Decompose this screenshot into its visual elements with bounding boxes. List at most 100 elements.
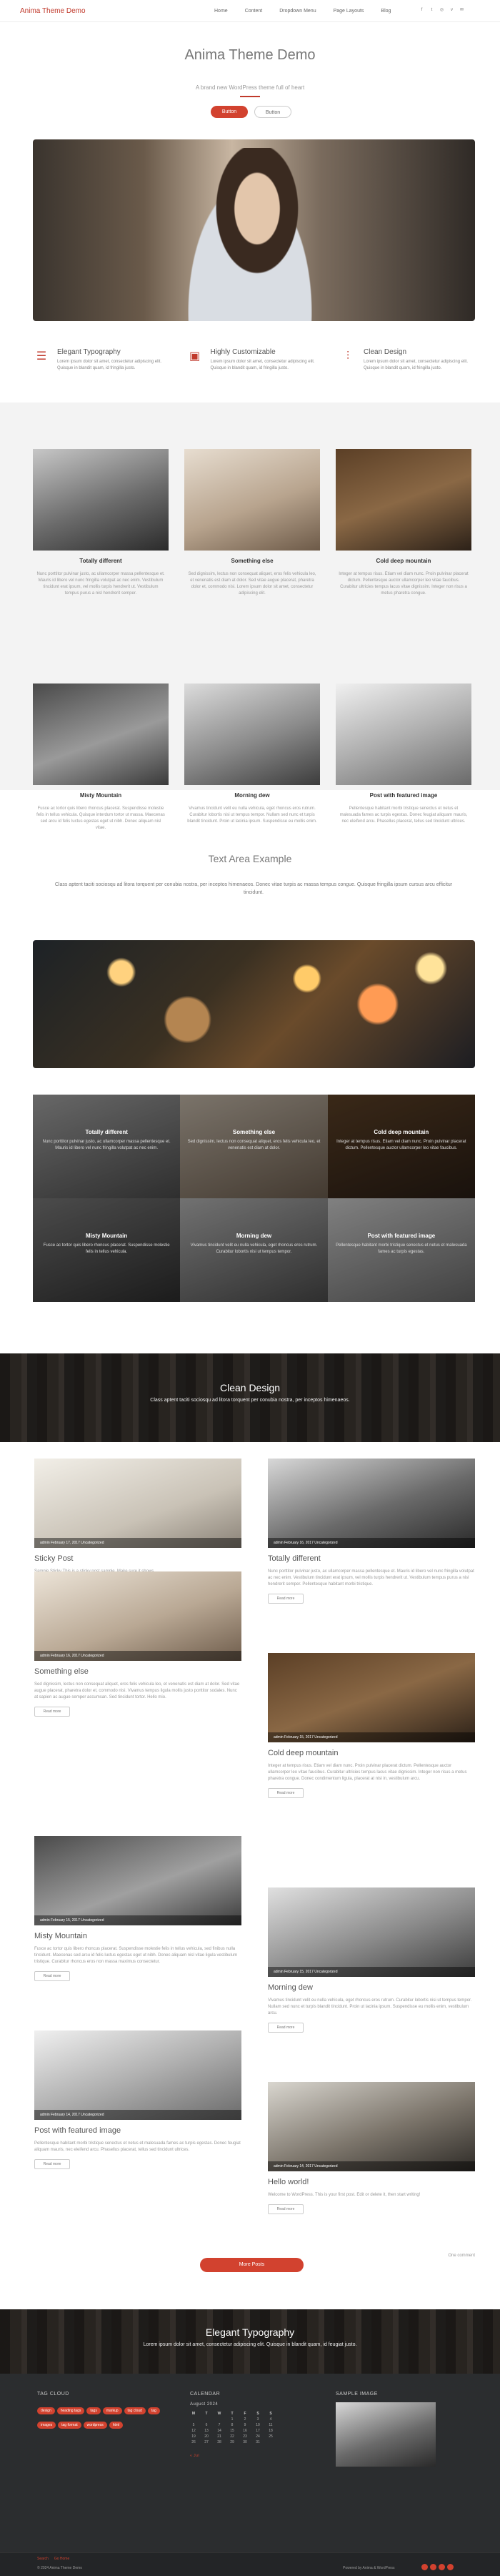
more-posts-button[interactable]: More Posts [200, 2258, 304, 2272]
read-more-button[interactable]: Read more [34, 1707, 70, 1717]
card-title[interactable]: Misty Mountain [33, 792, 169, 799]
twitter-icon[interactable] [430, 2564, 436, 2570]
read-more-button[interactable]: Read more [268, 2204, 304, 2214]
cal-head: W [217, 2412, 221, 2416]
featured-card[interactable]: Totally different Nunc porttitor pulvinar… [33, 449, 169, 663]
post-image[interactable]: admin February 14, 2017 Uncategorized [268, 2082, 475, 2171]
post-title[interactable]: Post with featured image [34, 2126, 241, 2135]
post-title[interactable]: Sticky Post [34, 1554, 241, 1563]
menu-item-blog[interactable]: Blog [381, 9, 391, 14]
post-title[interactable]: Misty Mountain [34, 1932, 241, 1940]
featured-card[interactable]: Cold deep mountain Integer at tempus risu… [336, 449, 471, 663]
tag-link[interactable]: heading tags [56, 2407, 85, 2414]
tag-link[interactable]: html [109, 2422, 124, 2429]
featured-card[interactable]: Morning dew Vivamus tincidunt velit eu nu… [184, 684, 320, 898]
overlay-tile[interactable]: Misty Mountain Fusce ac tortor quis liber… [33, 1198, 181, 1302]
instagram-icon[interactable]: ◎ [439, 7, 445, 14]
tile-title[interactable]: Morning dew [180, 1233, 327, 1239]
menu-item-dropdown[interactable]: Dropdown Menu [279, 9, 316, 14]
featured-card[interactable]: Something else Sed dignissim, lectus non … [184, 449, 320, 663]
post-image[interactable]: admin February 15, 2017 Uncategorized [34, 1836, 241, 1925]
card-title[interactable]: Morning dew [184, 792, 320, 799]
tag-link[interactable]: markup [102, 2407, 122, 2414]
post-image[interactable]: admin February 16, 2017 Uncategorized [34, 1571, 241, 1661]
vimeo-icon[interactable]: v [449, 7, 455, 14]
cal-head: S [269, 2412, 272, 2416]
overlay-tile[interactable]: Cold deep mountain Integer at tempus risu… [327, 1095, 475, 1198]
blog-posts: admin February 17, 2017 Uncategorized St… [34, 1459, 475, 2266]
post-image[interactable]: admin February 16, 2017 Uncategorized [268, 1459, 475, 1548]
card-text: Integer at tempus risus. Etiam vel diam … [339, 572, 469, 596]
post-image[interactable]: admin February 15, 2017 Uncategorized [268, 1887, 475, 1977]
tile-title[interactable]: Something else [180, 1129, 327, 1135]
post-title[interactable]: Totally different [268, 1554, 475, 1563]
featured-card[interactable]: Post with featured image Pellentesque hab… [336, 684, 471, 898]
read-more-button[interactable]: Read more [268, 1594, 304, 1604]
card-title[interactable]: Post with featured image [336, 792, 471, 799]
facebook-icon[interactable] [421, 2564, 428, 2570]
site-title[interactable]: Anima Theme Demo [20, 7, 86, 15]
post-excerpt: Vivamus tincidunt velit eu nulla vehicul… [268, 1998, 472, 2015]
overlay-tile[interactable]: Post with featured image Pellentesque hab… [327, 1198, 475, 1302]
tag-link[interactable]: design [37, 2407, 55, 2414]
tag-link[interactable]: tag format [58, 2422, 81, 2429]
post-excerpt: Pellentesque habitant morbi tristique se… [34, 2141, 241, 2152]
overlay-tile[interactable]: Morning dew Vivamus tincidunt velit eu nu… [180, 1198, 328, 1302]
tile-title[interactable]: Cold deep mountain [328, 1129, 475, 1135]
customize-icon: ▣ [189, 350, 201, 362]
read-more-button[interactable]: Read more [34, 1971, 70, 1981]
footer-link[interactable]: Go Home [54, 2557, 69, 2561]
post-title[interactable]: Hello world! [268, 2178, 475, 2186]
post-item: admin February 16, 2017 Uncategorized So… [34, 1571, 241, 1717]
twitter-icon[interactable]: t [429, 7, 435, 14]
powered-by: Powered by Anima & WordPress [343, 2566, 395, 2570]
tag-link[interactable]: images [37, 2422, 56, 2429]
featured-card[interactable]: Misty Mountain Fusce ac tortor quis liber… [33, 684, 169, 898]
cal-day: 9 [244, 2423, 246, 2427]
overlay-tile[interactable]: Something else Sed dignissim, lectus non … [180, 1095, 328, 1198]
overlay-tile[interactable]: Totally different Nunc porttitor pulvinar… [33, 1095, 181, 1198]
cal-head: T [231, 2412, 234, 2416]
mail-icon[interactable] [447, 2564, 454, 2570]
tag-link[interactable]: tags [86, 2407, 101, 2414]
cal-day: 3 [256, 2417, 259, 2422]
card-title[interactable]: Totally different [33, 558, 169, 564]
post-meta: admin February 15, 2017 Uncategorized [34, 1915, 241, 1925]
read-more-button[interactable]: Read more [268, 1788, 304, 1798]
tag-link[interactable]: tag [147, 2407, 160, 2414]
card-title[interactable]: Cold deep mountain [336, 558, 471, 564]
tile-title[interactable]: Totally different [33, 1129, 180, 1135]
card-title[interactable]: Something else [184, 558, 320, 564]
footer-link[interactable]: Search [37, 2557, 49, 2561]
post-title[interactable]: Morning dew [268, 1983, 475, 1992]
hero-primary-button[interactable]: Button [211, 106, 248, 118]
instagram-icon[interactable] [439, 2564, 445, 2570]
read-more-button[interactable]: Read more [268, 2023, 304, 2033]
menu-item-page-layouts[interactable]: Page Layouts [334, 9, 364, 14]
read-more-button[interactable]: Read more [34, 2159, 70, 2169]
post-title[interactable]: Something else [34, 1667, 241, 1676]
comments-link[interactable]: One comment [448, 2254, 475, 2258]
tile-text: Pellentesque habitant morbi tristique se… [336, 1243, 467, 1254]
hero-secondary-button[interactable]: Button [254, 106, 291, 118]
text-area-image [33, 940, 475, 1068]
post-image[interactable]: admin February 17, 2017 Uncategorized [34, 1459, 241, 1548]
calendar-month: August 2024 [190, 2402, 219, 2407]
tile-title[interactable]: Post with featured image [328, 1233, 475, 1239]
card-image [336, 449, 471, 551]
menu-item-home[interactable]: Home [214, 9, 228, 14]
mail-icon[interactable]: ✉ [459, 7, 465, 14]
cal-day: 13 [204, 2429, 209, 2433]
tile-title[interactable]: Misty Mountain [33, 1233, 180, 1239]
post-image[interactable]: admin February 14, 2017 Uncategorized [34, 2030, 241, 2120]
tag-link[interactable]: tag cloud [124, 2407, 146, 2414]
calendar-prev-link[interactable]: « Jul [190, 2454, 199, 2458]
banner-text: Class aptent taciti sociosqu ad litora t… [150, 1398, 350, 1403]
footer: TAG CLOUD design heading tags tags markup ta… [0, 2374, 500, 2576]
menu-item-content[interactable]: Content [245, 9, 263, 14]
facebook-icon[interactable]: f [419, 7, 425, 14]
tag-link[interactable]: wordpress [83, 2422, 107, 2429]
cal-day: 8 [231, 2423, 234, 2427]
post-image[interactable]: admin February 15, 2017 Uncategorized [268, 1653, 475, 1742]
post-title[interactable]: Cold deep mountain [268, 1749, 475, 1757]
